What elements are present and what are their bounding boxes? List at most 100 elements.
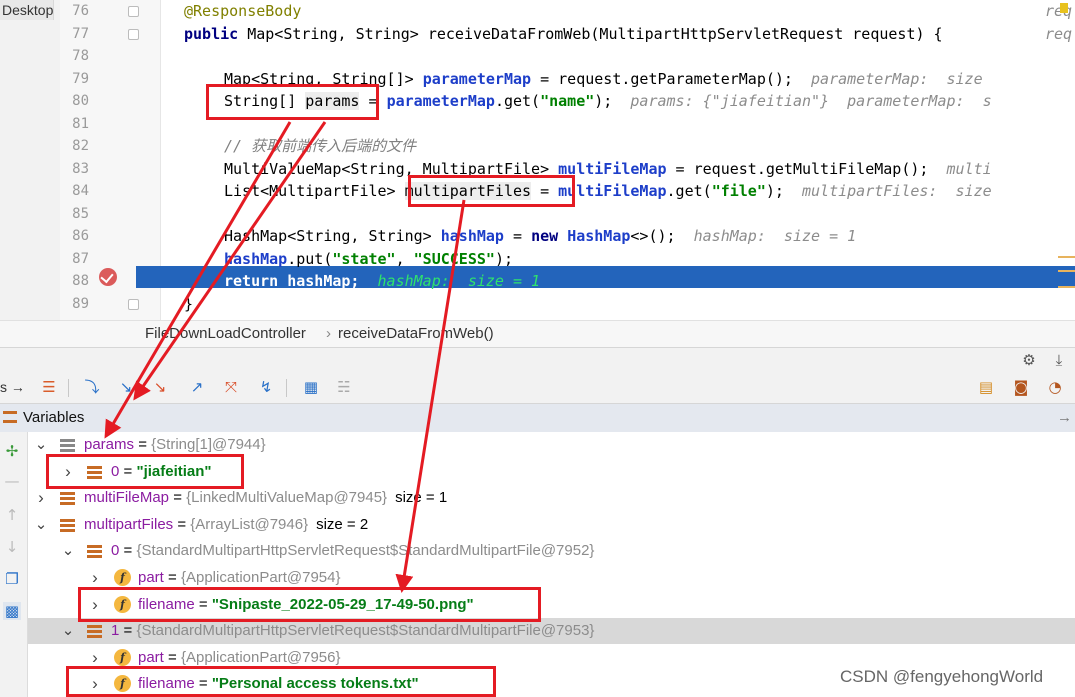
line-number[interactable]: 84 — [67, 180, 89, 202]
code-token: // 获取前端传入后端的文件 — [224, 137, 417, 155]
code-token: hashMap: size = 1 — [377, 272, 541, 290]
breadcrumb-separator: › — [326, 325, 331, 342]
variable-type: {ApplicationPart@7954} — [180, 569, 341, 586]
line-number[interactable]: 82 — [67, 135, 89, 157]
scroll-marker — [1058, 256, 1075, 258]
equals-sign: = — [134, 436, 152, 453]
variable-text: 0 = {StandardMultipartHttpServletRequest… — [111, 538, 594, 564]
line-number[interactable]: 86 — [67, 225, 89, 247]
inline-hint: req — [1045, 0, 1072, 22]
variables-icon — [3, 411, 17, 423]
code-line[interactable]: } — [184, 293, 193, 315]
variable-type: {StandardMultipartHttpServletRequest$Sta… — [136, 542, 595, 559]
code-token: Map<String, String> receiveDataFromWeb(M… — [247, 25, 961, 43]
collapse-chevron-icon[interactable]: ⌄ — [61, 618, 75, 644]
annotation-box — [46, 454, 244, 489]
project-tab[interactable]: Desktop — [0, 0, 55, 20]
variable-size: size = 2 — [316, 516, 369, 533]
overhead-icon[interactable]: ◔ — [1046, 378, 1064, 396]
code-editor[interactable]: Desktop 76 @ResponseBody req 77 public Map<S… — [0, 0, 1075, 320]
code-line[interactable]: List<MultipartFile> multipartFiles = mul… — [224, 180, 992, 202]
warning-marker-icon[interactable] — [1060, 3, 1068, 13]
inline-hint: req — [1045, 23, 1072, 45]
code-line[interactable]: @ResponseBody — [184, 0, 301, 22]
line-number[interactable]: 83 — [67, 158, 89, 180]
code-line[interactable]: hashMap.put("state", "SUCCESS"); — [224, 248, 513, 270]
drop-frame-icon[interactable]: ⤧ — [222, 378, 240, 396]
trace-current-stream-icon[interactable]: ☵ — [335, 378, 353, 396]
code-token: "state" — [332, 250, 396, 268]
code-token: HashMap — [567, 227, 631, 245]
copy-icon[interactable]: ❐ — [3, 570, 21, 588]
line-number[interactable]: 77 — [67, 23, 89, 45]
line-number[interactable]: 81 — [67, 113, 89, 135]
breadcrumb-method[interactable]: receiveDataFromWeb() — [338, 325, 494, 342]
line-number[interactable]: 76 — [67, 0, 89, 22]
restore-layout-icon[interactable]: ▤ — [977, 378, 995, 396]
fold-icon[interactable] — [128, 29, 139, 40]
code-token: hashMap — [224, 250, 288, 268]
line-number[interactable]: 85 — [67, 203, 89, 225]
frames-tab-stub[interactable]: s → — [0, 379, 25, 395]
annotation-box — [78, 587, 541, 622]
line-number[interactable]: 88 — [67, 270, 89, 292]
field-f-icon: f — [114, 569, 131, 586]
code-token: HashMap<String, String> — [224, 227, 441, 245]
show-execution-point-icon[interactable]: ☰ — [40, 378, 58, 396]
collapse-chevron-icon[interactable]: ⌄ — [61, 538, 75, 564]
variable-row[interactable]: ⌄ 0 = {StandardMultipartHttpServletReques… — [28, 538, 1075, 564]
move-up-icon[interactable]: ↑ — [3, 506, 21, 524]
step-over-icon[interactable]: ⤵ — [83, 378, 101, 396]
remove-watch-icon[interactable]: — — [3, 472, 21, 490]
variable-name: part — [138, 649, 164, 666]
toolbar-separator — [68, 379, 69, 397]
toolbar-separator — [286, 379, 287, 397]
evaluate-expression-icon[interactable]: ▦ — [302, 378, 320, 396]
line-number[interactable]: 78 — [67, 45, 89, 67]
field-icon — [87, 625, 102, 638]
code-line[interactable]: MultiValueMap<String, MultipartFile> mul… — [224, 158, 992, 180]
force-step-into-icon[interactable]: ↘ — [151, 378, 169, 396]
code-line[interactable]: // 获取前端传入后端的文件 — [224, 135, 416, 157]
code-line[interactable]: public Map<String, String> receiveDataFr… — [184, 23, 961, 45]
line-number[interactable]: 87 — [67, 248, 89, 270]
settings-gear-icon[interactable]: ⚙ — [1020, 351, 1038, 369]
step-into-icon[interactable]: ↘ — [117, 378, 135, 396]
code-token: "name" — [540, 92, 595, 110]
code-token: .put( — [287, 250, 333, 268]
run-to-cursor-icon[interactable]: ↯ — [257, 378, 275, 396]
code-line[interactable]: return hashMap; hashMap: size = 1 — [224, 270, 540, 292]
variables-title: Variables — [23, 409, 85, 426]
variable-size: size = 1 — [395, 489, 448, 506]
breakpoint-icon[interactable] — [99, 268, 117, 286]
variable-row[interactable]: ⌄ multipartFiles = {ArrayList@7946} size =… — [28, 512, 1075, 538]
move-down-icon[interactable]: ↓ — [3, 538, 21, 556]
code-token: "SUCCESS" — [413, 250, 495, 268]
code-token: new — [531, 227, 568, 245]
breadcrumb: FileDownLoadController › receiveDataFrom… — [0, 320, 1075, 348]
code-token: = request.getMultiFileMap(); — [666, 160, 947, 178]
code-token: ); — [494, 250, 513, 268]
line-number[interactable]: 80 — [67, 90, 89, 112]
fold-icon[interactable] — [128, 6, 139, 17]
line-number[interactable]: 89 — [67, 293, 89, 315]
memory-view-icon[interactable]: ◙ — [1012, 378, 1030, 396]
pin-icon[interactable]: → — [1057, 409, 1072, 426]
line-number[interactable]: 79 — [67, 68, 89, 90]
new-watch-icon[interactable]: ✢ — [3, 442, 21, 460]
variable-text: multipartFiles = {ArrayList@7946} size = … — [84, 512, 368, 538]
hide-panel-icon[interactable]: ⤓ — [1050, 351, 1068, 369]
step-out-icon[interactable]: ↗ — [188, 378, 206, 396]
breadcrumb-class[interactable]: FileDownLoadController — [145, 325, 306, 342]
fold-icon[interactable] — [128, 299, 139, 310]
show-watches-icon[interactable]: ▩ — [3, 602, 21, 620]
variable-type: {ArrayList@7946} — [190, 516, 309, 533]
code-token: hashMap — [440, 227, 504, 245]
annotation-box — [206, 84, 379, 120]
code-line[interactable]: HashMap<String, String> hashMap = new Ha… — [224, 225, 856, 247]
collapse-chevron-icon[interactable]: ⌄ — [34, 512, 48, 538]
code-token: = request.getParameterMap(); — [531, 70, 812, 88]
code-token: .get( — [666, 182, 712, 200]
debug-toolbar: s → ☰ ⤵ ↘ ↘ ↗ ⤧ ↯ ▦ ☵ ▤ ◙ ◔ — [0, 373, 1075, 404]
project-panel-strip: Desktop — [0, 0, 60, 320]
